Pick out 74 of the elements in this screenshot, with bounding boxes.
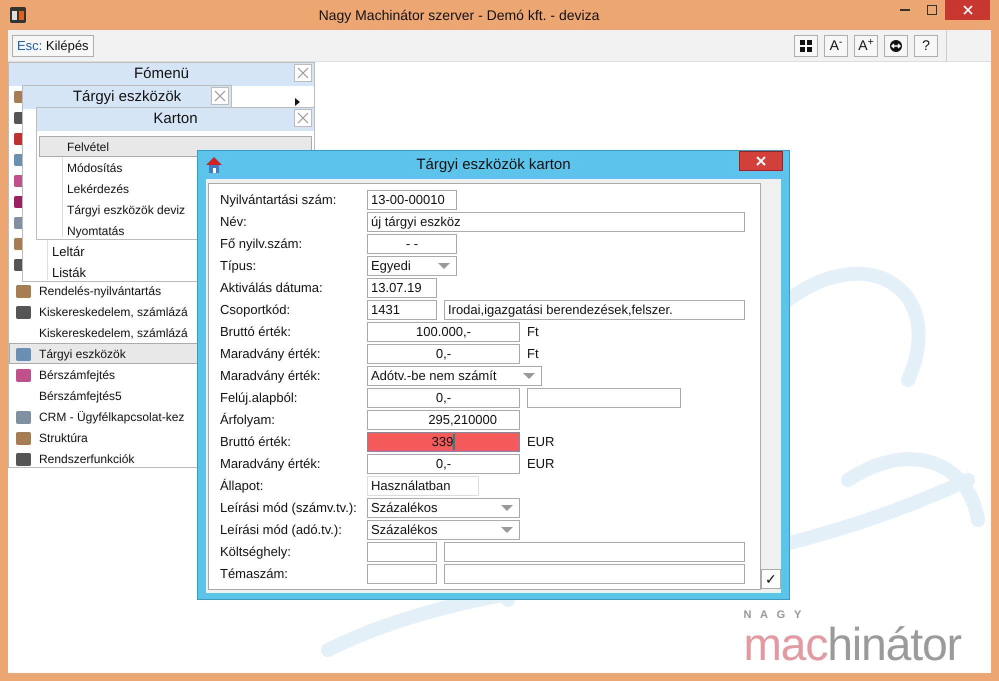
unit-label: EUR bbox=[527, 433, 554, 452]
dropdown-field[interactable]: Adótv.-be nem számít bbox=[367, 366, 542, 386]
dropdown-field[interactable]: Százalékos bbox=[367, 498, 520, 518]
field-label: Témaszám: bbox=[220, 565, 289, 584]
input-field[interactable]: 0,- bbox=[367, 454, 520, 474]
close-button[interactable] bbox=[945, 0, 990, 20]
unit-label: Ft bbox=[527, 323, 539, 342]
input-field[interactable]: új tárgyi eszköz bbox=[367, 212, 745, 232]
exit-button[interactable]: Esc: Kilépés bbox=[12, 34, 94, 56]
input-field[interactable]: 0,- bbox=[367, 344, 520, 364]
close-icon bbox=[297, 112, 309, 124]
dropdown-caret-icon bbox=[438, 263, 450, 269]
field-label: Leírási mód (számv.tv.): bbox=[220, 499, 358, 518]
panel-title: Fómenü bbox=[134, 64, 190, 84]
dropdown-caret-icon bbox=[501, 505, 513, 511]
input-field[interactable] bbox=[367, 564, 437, 584]
dropdown-field[interactable]: Százalékos bbox=[367, 520, 520, 540]
brand-logo: machinátor bbox=[743, 621, 961, 667]
field-label: Név: bbox=[220, 213, 248, 232]
unit-label: EUR bbox=[527, 455, 554, 474]
ok-button[interactable]: ✓ bbox=[761, 569, 781, 589]
field-label: Aktiválás dátuma: bbox=[220, 279, 324, 298]
window-title: Nagy Machinátor szerver - Demó kft. - deviza bbox=[318, 6, 600, 22]
input-field[interactable]: 100.000,- bbox=[367, 322, 520, 342]
input-field[interactable] bbox=[527, 388, 681, 408]
field-label: Típus: bbox=[220, 257, 258, 276]
toolbar-button[interactable]: A$^{-}$ bbox=[824, 34, 848, 56]
dropdown-caret-icon bbox=[523, 373, 535, 379]
field-label: Csoportkód: bbox=[220, 301, 292, 320]
field-label: Fő nyilv.szám: bbox=[220, 235, 304, 254]
close-icon bbox=[214, 90, 226, 102]
close-icon bbox=[756, 156, 766, 166]
dialog-title: Tárgyi eszközök karton bbox=[416, 154, 571, 175]
close-icon bbox=[297, 67, 309, 79]
field-label: Költséghely: bbox=[220, 543, 292, 562]
field-label: Felúj.alapból: bbox=[220, 389, 298, 408]
dropdown-field[interactable]: Egyedi bbox=[367, 256, 457, 276]
input-field[interactable]: 13.07.19 bbox=[367, 278, 437, 298]
input-field[interactable]: 295,210000 bbox=[367, 410, 520, 430]
input-field[interactable] bbox=[444, 564, 745, 584]
dropdown-caret-icon bbox=[501, 527, 513, 533]
field-label: Állapot: bbox=[220, 477, 264, 496]
input-field[interactable]: 339 bbox=[367, 432, 520, 452]
toolbar-button[interactable]: ? bbox=[914, 34, 938, 56]
field-label: Árfolyam: bbox=[220, 411, 276, 430]
input-field[interactable]: Használatban bbox=[367, 476, 479, 496]
input-field[interactable]: 0,- bbox=[367, 388, 520, 408]
field-label: Leírási mód (adó.tv.): bbox=[220, 521, 343, 540]
input-field[interactable]: 13-00-00010 bbox=[367, 190, 457, 210]
input-field[interactable]: 1431 bbox=[367, 300, 437, 320]
unit-label: Ft bbox=[527, 345, 539, 364]
logo-tagline: N A G Y bbox=[743, 610, 806, 621]
input-field[interactable] bbox=[367, 542, 437, 562]
close-button[interactable] bbox=[739, 151, 783, 171]
field-label: Maradvány érték: bbox=[220, 455, 322, 474]
submenu-arrow-icon bbox=[295, 98, 300, 106]
field-label: Nyilvántartási szám: bbox=[220, 191, 338, 210]
input-field[interactable] bbox=[444, 542, 745, 562]
grid-icon bbox=[800, 40, 812, 52]
panel-title: Tárgyi eszközök bbox=[72, 87, 182, 108]
field-label: Bruttó érték: bbox=[220, 323, 292, 342]
input-field[interactable]: - - bbox=[367, 234, 457, 254]
toolbar-button[interactable]: A$^{+}$ bbox=[854, 34, 878, 56]
toolbar-button[interactable] bbox=[884, 34, 908, 56]
field-label: Maradvány érték: bbox=[220, 367, 322, 386]
app-logo-icon bbox=[10, 7, 26, 23]
input-field[interactable]: Irodai,igazgatási berendezések,felszer. bbox=[444, 300, 745, 320]
maximize-icon bbox=[926, 5, 936, 15]
house-icon bbox=[204, 155, 224, 175]
panel-title: Karton bbox=[153, 109, 198, 130]
toolbar-button[interactable] bbox=[794, 34, 818, 56]
field-label: Bruttó érték: bbox=[220, 433, 292, 452]
minimize-icon bbox=[900, 9, 910, 11]
close-icon bbox=[962, 5, 972, 15]
